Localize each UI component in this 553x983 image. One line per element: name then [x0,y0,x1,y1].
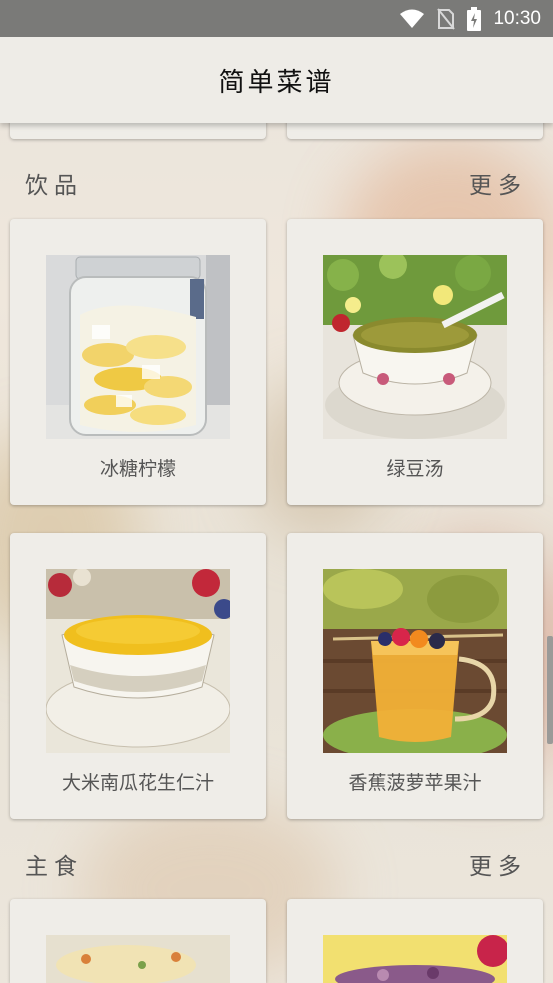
section-title-staple-food: 主食 [25,854,83,880]
app-bar: 简单菜谱 [0,37,553,123]
app-title: 简单菜谱 [218,67,335,98]
recipe-name: 冰糖柠檬 [99,458,176,480]
recipe-name: 大米南瓜花生仁汁 [61,772,214,794]
recipe-image-pumpkin-rice-juice [46,569,230,753]
recipe-image-lemon-rock-sugar [46,255,230,439]
recipe-card[interactable]: 冰糖柠檬 [10,219,266,505]
recipe-name: 绿豆汤 [386,458,444,480]
recipe-image-partial [46,935,230,983]
status-bar: 10:30 [0,0,553,37]
recipe-card[interactable]: 绿豆汤 [287,219,543,505]
recipe-name: 香蕉菠萝苹果汁 [348,772,482,794]
recipe-card-partial[interactable] [10,899,266,983]
battery-charging-icon [467,6,482,31]
more-button-staple-food[interactable]: 更多 [469,847,527,881]
recipe-image-mung-bean-soup [323,255,507,439]
scrollbar-thumb[interactable] [547,636,553,744]
recipe-image-partial [323,935,507,983]
wifi-icon [400,9,425,28]
recipe-card[interactable]: 大米南瓜花生仁汁 [10,533,266,819]
recipe-card[interactable]: 香蕉菠萝苹果汁 [287,533,543,819]
more-button-drinks[interactable]: 更多 [469,166,527,200]
recipe-card-partial[interactable] [287,899,543,983]
status-time: 10:30 [493,7,541,29]
recipe-image-banana-pineapple-apple-juice [323,569,507,753]
section-title-drinks: 饮品 [25,173,83,199]
no-sim-icon [437,7,456,30]
